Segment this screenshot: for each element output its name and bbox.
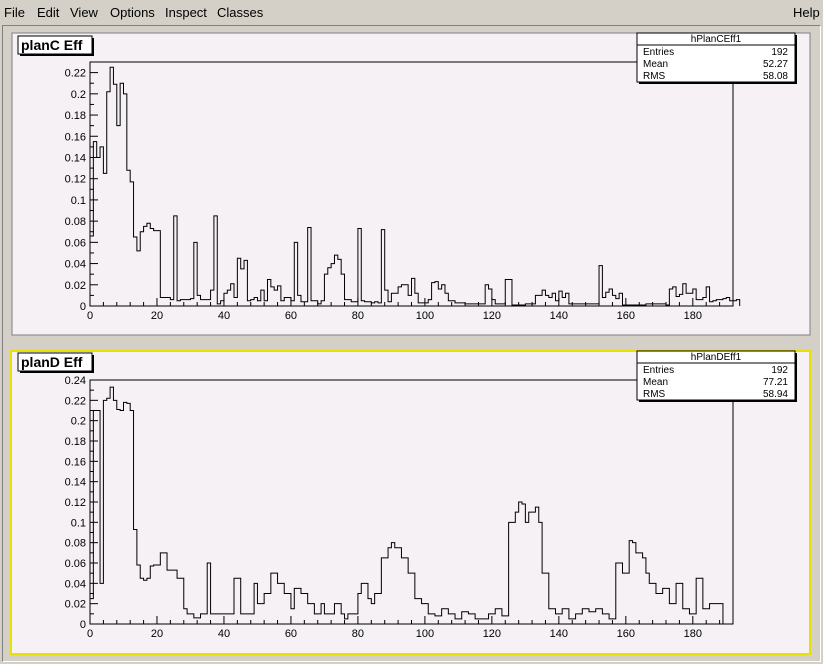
stats-mean-value: 52.27 [763, 59, 788, 70]
stats-rms-value: 58.08 [763, 71, 788, 82]
stats-name: hPlanDEff1 [691, 352, 742, 363]
x-tick-label: 20 [151, 310, 163, 322]
x-tick-label: 0 [87, 310, 93, 322]
stats-entries-value: 192 [771, 47, 788, 58]
stats-mean-label: Mean [643, 377, 668, 388]
x-tick-label: 80 [352, 628, 364, 640]
stats-entries-label: Entries [643, 365, 674, 376]
x-tick-label: 100 [416, 628, 434, 640]
y-tick-label: 0.2 [71, 89, 86, 101]
x-tick-label: 140 [550, 628, 568, 640]
pad-planD[interactable]: 0 20 40 60 80 100 120 140 160 180 0 0.02 0.04 0.06 0.0… [10, 350, 811, 655]
y-tick-label: 0.08 [65, 216, 86, 228]
y-tick-label: 0.16 [65, 131, 86, 143]
pad-planC-title-shadow-side [92, 38, 94, 56]
pad-planC-title-shadow [20, 54, 94, 56]
x-tick-label: 60 [285, 310, 297, 322]
stats-box-shadow-bottom [639, 82, 797, 84]
y-tick-label: 0.04 [65, 259, 86, 271]
y-tick-label: 0.04 [65, 578, 86, 590]
x-tick-label: 160 [617, 628, 635, 640]
x-tick-label: 20 [151, 628, 163, 640]
pad-planD-title: planD Eff [21, 354, 83, 370]
y-tick-label: 0.06 [65, 558, 86, 570]
stats-entries-label: Entries [643, 47, 674, 58]
stats-mean-label: Mean [643, 59, 668, 70]
pad-planC-stats-box[interactable]: hPlanCEff1 Entries 192 Mean 52.27 RMS 58… [636, 32, 797, 84]
y-tick-label: 0.2 [71, 416, 86, 428]
y-tick-label: 0.22 [65, 68, 86, 80]
y-tick-label: 0.16 [65, 456, 86, 468]
y-tick-label: 0.14 [65, 477, 86, 489]
pad-planD-stats-box[interactable]: hPlanDEff1 Entries 192 Mean 77.21 RMS 58… [636, 350, 797, 402]
stats-rms-label: RMS [643, 71, 666, 82]
stats-mean-value: 77.21 [763, 377, 788, 388]
x-tick-label: 40 [218, 628, 230, 640]
stats-box-shadow-side [795, 35, 797, 84]
y-tick-label: 0.02 [65, 280, 86, 292]
y-tick-label: 0.12 [65, 174, 86, 186]
y-tick-label: 0 [80, 301, 86, 313]
x-tick-label: 160 [617, 310, 635, 322]
x-tick-label: 180 [684, 628, 702, 640]
x-tick-label: 40 [218, 310, 230, 322]
stats-box-shadow-side [795, 353, 797, 402]
stats-name: hPlanCEff1 [691, 34, 742, 45]
x-tick-label: 100 [416, 310, 434, 322]
pad-planC-title: planC Eff [21, 37, 83, 53]
y-tick-label: 0.06 [65, 237, 86, 249]
stats-entries-value: 192 [771, 365, 788, 376]
y-tick-label: 0.1 [71, 517, 86, 529]
x-tick-label: 80 [352, 310, 364, 322]
pad-planD-title-shadow [20, 371, 94, 373]
pad-planD-title-shadow-side [92, 355, 94, 373]
y-tick-label: 0.08 [65, 538, 86, 550]
y-tick-label: 0.02 [65, 599, 86, 611]
x-tick-label: 0 [87, 628, 93, 640]
x-tick-label: 180 [684, 310, 702, 322]
y-tick-label: 0 [80, 619, 86, 631]
y-tick-label: 0.18 [65, 110, 86, 122]
y-tick-label: 0.18 [65, 436, 86, 448]
y-tick-label: 0.22 [65, 395, 86, 407]
stats-rms-label: RMS [643, 389, 666, 400]
pad-planC[interactable]: 0 20 40 60 80 100 120 140 160 180 0 0.02 0.04 0.06 0.0… [11, 32, 811, 336]
stats-rms-value: 58.94 [763, 389, 788, 400]
y-tick-label: 0.12 [65, 497, 86, 509]
x-tick-label: 120 [483, 628, 501, 640]
y-tick-label: 0.24 [65, 375, 86, 387]
y-tick-label: 0.14 [65, 152, 86, 164]
canvas-svg: 0 20 40 60 80 100 120 140 160 180 0 0.02 0.04 0.06 0.0… [10, 32, 811, 655]
stats-box-shadow-bottom [639, 400, 797, 402]
x-tick-label: 60 [285, 628, 297, 640]
x-tick-label: 120 [483, 310, 501, 322]
x-tick-label: 140 [550, 310, 568, 322]
y-tick-label: 0.1 [71, 195, 86, 207]
